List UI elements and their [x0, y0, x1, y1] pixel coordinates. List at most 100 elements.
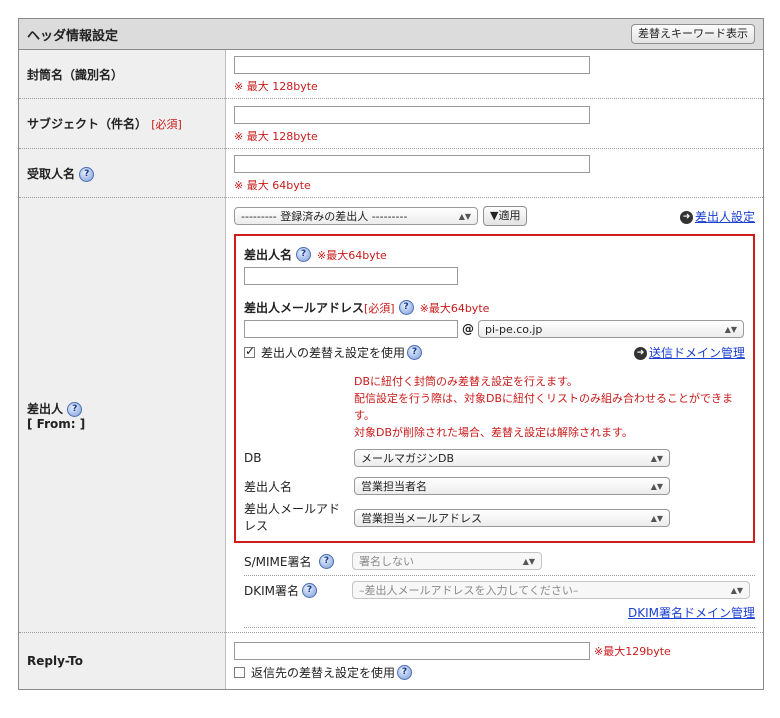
- reply-to-input-row: ※最大129byte: [234, 642, 755, 661]
- db-row: DB メールマガジンDB ▲▼: [244, 449, 745, 467]
- reply-replace-checkbox[interactable]: [234, 667, 245, 679]
- sender-name-note: ※最大64byte: [317, 248, 387, 262]
- sender-address-required: [必須]: [364, 301, 395, 315]
- sender-replace-help-icon[interactable]: ?: [407, 345, 423, 360]
- db-select-value: メールマガジンDB: [361, 452, 455, 465]
- sender-name-heading: 差出人名 ? ※最大64byte: [244, 246, 745, 263]
- smime-row: S/MIME署名 ? 署名しない ▲▼: [244, 551, 755, 571]
- recipient-row: 受取人名 ? ※ 最大 64byte: [19, 148, 763, 198]
- db-select[interactable]: メールマガジンDB ▲▼: [354, 449, 670, 467]
- sender-name-help-icon[interactable]: ?: [296, 247, 312, 262]
- sender-name-input[interactable]: [244, 267, 458, 285]
- info-line: 配信設定を行う際は、対象DBに紐付くリストのみ組み合わせることができます。: [354, 392, 734, 422]
- envelope-input[interactable]: [234, 56, 590, 74]
- at-sign: @: [462, 322, 474, 336]
- select-arrow-icon: ▲▼: [650, 453, 663, 463]
- recipient-label-cell: 受取人名 ?: [19, 148, 226, 198]
- recipient-help-icon[interactable]: ?: [79, 166, 95, 182]
- smime-help-icon[interactable]: ?: [319, 553, 334, 569]
- dkim-help-icon[interactable]: ?: [302, 582, 317, 598]
- sender-replace-label: 差出人の差替え設定を使用: [261, 346, 406, 360]
- preset-sender-select[interactable]: --------- 登録済みの差出人 --------- ▲▼: [234, 207, 478, 225]
- sender-address-input[interactable]: [244, 320, 458, 338]
- from-label: 差出人: [27, 401, 64, 416]
- reply-replace-toggle[interactable]: 返信先の差替え設定を使用 ?: [234, 664, 755, 681]
- subject-row: サブジェクト（件名） [必須] ※ 最大 128byte: [19, 98, 763, 149]
- reply-to-note: ※最大129byte: [594, 645, 671, 659]
- sender-address-row: @ pi-pe.co.jp ▲▼: [244, 320, 745, 338]
- apply-button[interactable]: ▼適用: [483, 206, 528, 226]
- name-field-label: 差出人名: [244, 479, 293, 494]
- from-row: 差出人 ? [ From: ] --------- 登録済みの差出人 -----…: [19, 197, 763, 633]
- db-label: DB: [244, 451, 262, 465]
- envelope-label: 封筒名（識別名）: [19, 50, 226, 99]
- dkim-label: DKIM署名: [244, 583, 300, 598]
- sender-replace-row: 差出人の差替え設定を使用 ? ➜送信ドメイン管理: [244, 344, 745, 361]
- sender-replace-toggle[interactable]: 差出人の差替え設定を使用 ?: [244, 344, 423, 361]
- reply-to-row: Reply-To ※最大129byte 返信先の差替え設定を使用 ?: [19, 632, 763, 689]
- sender-settings-link[interactable]: 差出人設定: [695, 210, 755, 224]
- info-line: 対象DBが削除された場合、差替え設定は解除されます。: [354, 426, 633, 439]
- subject-required: [必須]: [151, 118, 182, 131]
- separator: [244, 627, 755, 628]
- subject-label: サブジェクト（件名）: [27, 117, 148, 131]
- show-replace-keywords-button[interactable]: 差替えキーワード表示: [631, 24, 755, 44]
- envelope-row: 封筒名（識別名） ※ 最大 128byte: [19, 50, 763, 99]
- domain-select-value: pi-pe.co.jp: [485, 322, 543, 336]
- select-arrow-icon: ▲▼: [650, 513, 663, 523]
- name-field-row: 差出人名 営業担当者名 ▲▼: [244, 477, 745, 495]
- sender-replace-box: 差出人名 ? ※最大64byte 差出人メールアドレス [必須] ? ※最大64…: [234, 234, 755, 543]
- info-line: DBに紐付く封筒のみ差替え設定を行えます。: [354, 375, 578, 388]
- smime-select-value: 署名しない: [359, 555, 414, 568]
- subject-label-cell: サブジェクト（件名） [必須]: [19, 98, 226, 149]
- addr-field-select-value: 営業担当メールアドレス: [361, 512, 482, 525]
- dkim-link-row: DKIM署名ドメイン管理: [234, 604, 755, 621]
- preset-sender-row: --------- 登録済みの差出人 --------- ▲▼ ▼適用 ➜ 差出人設…: [234, 206, 755, 226]
- addr-field-select[interactable]: 営業担当メールアドレス ▲▼: [354, 509, 670, 527]
- settings-table: 封筒名（識別名） ※ 最大 128byte サブジェクト（件名） [必須] ※ …: [19, 50, 763, 689]
- sender-address-help-icon[interactable]: ?: [398, 300, 414, 315]
- preset-sender-select-value: --------- 登録済みの差出人 ---------: [241, 210, 408, 223]
- sender-replace-checkbox[interactable]: [244, 344, 255, 358]
- panel-title: ヘッダ情報設定: [27, 28, 119, 44]
- dkim-manage-link[interactable]: DKIM署名ドメイン管理: [628, 606, 755, 620]
- name-field-select[interactable]: 営業担当者名 ▲▼: [354, 477, 670, 495]
- panel-header: ヘッダ情報設定 差替えキーワード表示: [19, 19, 763, 50]
- header-settings-panel: ヘッダ情報設定 差替えキーワード表示 封筒名（識別名） ※ 最大 128byte…: [18, 18, 764, 690]
- separator: [244, 575, 755, 576]
- smime-label: S/MIME署名: [244, 554, 312, 569]
- domain-select[interactable]: pi-pe.co.jp ▲▼: [478, 320, 744, 338]
- domain-manage-link[interactable]: 送信ドメイン管理: [649, 346, 745, 360]
- select-arrow-icon: ▲▼: [724, 324, 737, 334]
- dkim-select[interactable]: –差出人メールアドレスを入力してください– ▲▼: [352, 581, 750, 599]
- subject-input[interactable]: [234, 105, 590, 124]
- reply-replace-label: 返信先の差替え設定を使用: [251, 666, 396, 681]
- recipient-input[interactable]: [234, 155, 590, 173]
- domain-manage-link-wrap[interactable]: ➜ 送信ドメイン管理: [633, 344, 745, 361]
- sender-settings-link-wrap[interactable]: ➜ 差出人設定: [679, 208, 755, 225]
- select-arrow-icon: ▲▼: [522, 556, 535, 566]
- reply-to-label: Reply-To: [19, 632, 226, 689]
- reply-to-input[interactable]: [234, 642, 590, 661]
- reply-replace-help-icon[interactable]: ?: [397, 665, 413, 681]
- from-label-sub: [ From: ]: [27, 416, 86, 431]
- sender-address-note: ※最大64byte: [419, 301, 490, 315]
- addr-field-label: 差出人メールアドレス: [244, 502, 341, 533]
- select-arrow-icon: ▲▼: [730, 585, 743, 595]
- from-label-cell: 差出人 ? [ From: ]: [19, 197, 226, 633]
- from-help-icon[interactable]: ?: [67, 401, 83, 417]
- sender-name-label: 差出人名: [244, 248, 293, 262]
- recipient-label: 受取人名: [27, 166, 76, 181]
- addr-field-row: 差出人メールアドレス 営業担当メールアドレス ▲▼: [244, 501, 745, 535]
- recipient-note: ※ 最大 64byte: [234, 179, 311, 192]
- replace-info-text: DBに紐付く封筒のみ差替え設定を行えます。 配信設定を行う際は、対象DBに紐付く…: [354, 373, 745, 441]
- envelope-note: ※ 最大 128byte: [234, 80, 318, 93]
- subject-note: ※ 最大 128byte: [234, 129, 318, 143]
- sender-address-label: 差出人メールアドレス: [244, 301, 365, 315]
- smime-select[interactable]: 署名しない ▲▼: [352, 552, 542, 570]
- link-arrow-icon: ➜: [633, 347, 647, 360]
- dkim-select-value: –差出人メールアドレスを入力してください–: [359, 584, 579, 597]
- name-field-select-value: 営業担当者名: [361, 480, 427, 493]
- sender-address-heading: 差出人メールアドレス [必須] ? ※最大64byte: [244, 299, 745, 316]
- link-arrow-icon: ➜: [679, 210, 693, 224]
